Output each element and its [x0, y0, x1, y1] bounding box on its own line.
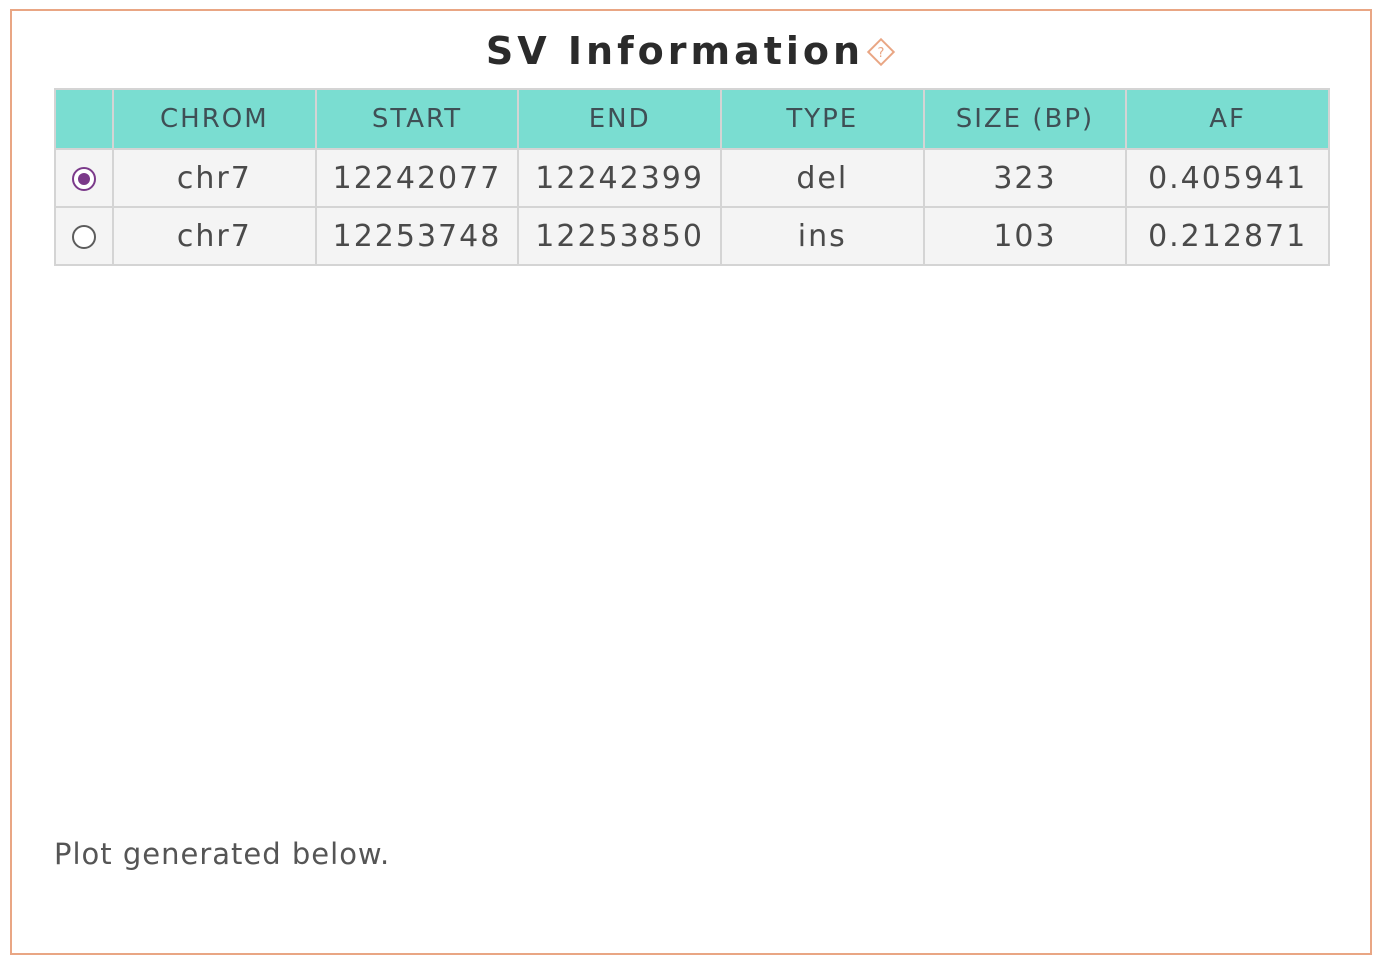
svg-text:?: ?	[878, 46, 885, 61]
header-size[interactable]: SIZE (BP)	[922, 88, 1128, 150]
cell-end: 12253850	[517, 206, 722, 266]
header-chrom[interactable]: CHROM	[112, 88, 317, 150]
cell-end: 12242399	[517, 148, 722, 208]
cell-size: 103	[922, 206, 1128, 266]
question-diamond-icon[interactable]: ?	[866, 37, 896, 67]
cell-af: 0.212871	[1125, 206, 1330, 266]
panel-title: SV Information	[485, 29, 865, 73]
row-radio[interactable]	[72, 225, 96, 249]
cell-chrom: chr7	[112, 206, 317, 266]
plot-status-text: Plot generated below.	[54, 837, 391, 871]
header-start[interactable]: START	[314, 88, 520, 150]
sv-table: CHROM START END TYPE SIZE (BP) AF chr7 1…	[54, 88, 1330, 266]
cell-start: 12242077	[314, 148, 520, 208]
header-select	[54, 88, 114, 150]
cell-af: 0.405941	[1125, 148, 1330, 208]
header-end[interactable]: END	[517, 88, 722, 150]
header-type[interactable]: TYPE	[719, 88, 925, 150]
table-row[interactable]: chr7 12242077 12242399 del 323 0.405941	[54, 148, 1330, 208]
cell-type: ins	[719, 206, 925, 266]
panel-header: SV Information?	[12, 31, 1370, 71]
cell-size: 323	[922, 148, 1128, 208]
row-select-cell[interactable]	[54, 206, 114, 266]
cell-start: 12253748	[314, 206, 520, 266]
row-radio-selected[interactable]	[72, 167, 96, 191]
header-af[interactable]: AF	[1125, 88, 1330, 150]
cell-type: del	[719, 148, 925, 208]
sv-information-panel: SV Information? CHROM START END TYPE SIZ…	[10, 9, 1372, 955]
table-header-row: CHROM START END TYPE SIZE (BP) AF	[54, 88, 1330, 150]
cell-chrom: chr7	[112, 148, 317, 208]
row-select-cell[interactable]	[54, 148, 114, 208]
table-row[interactable]: chr7 12253748 12253850 ins 103 0.212871	[54, 206, 1330, 266]
